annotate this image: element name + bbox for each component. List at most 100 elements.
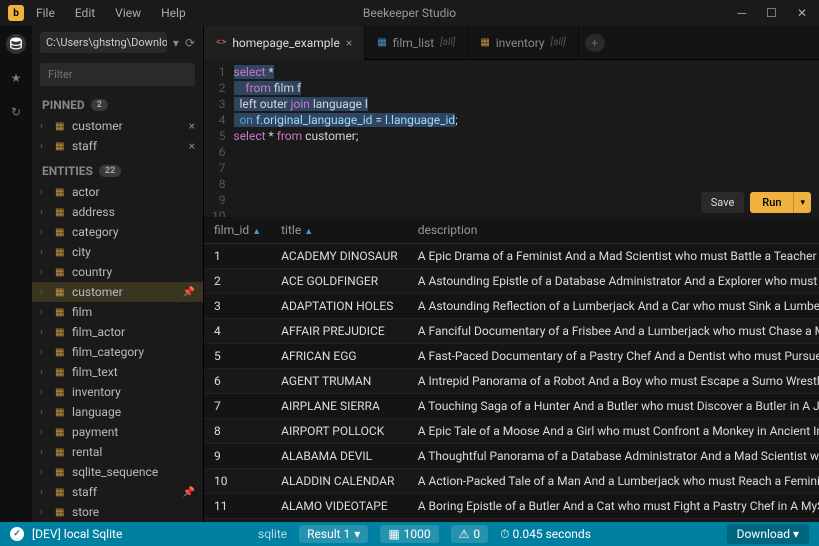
table-icon: ▦	[55, 367, 67, 378]
menu-view[interactable]: View	[107, 2, 149, 24]
entity-item[interactable]: ›▦film_category	[32, 342, 203, 362]
entity-item[interactable]: ›▦film	[32, 302, 203, 322]
entity-item[interactable]: ›▦film_actor	[32, 322, 203, 342]
entity-item[interactable]: ›▦customer📌	[32, 282, 203, 302]
save-button[interactable]: Save	[701, 192, 745, 213]
cell-title: AGENT TRUMAN	[271, 369, 408, 394]
entity-label: rental	[72, 445, 195, 459]
entity-item[interactable]: ›▦actor	[32, 182, 203, 202]
table-icon: ▦	[55, 121, 67, 132]
entity-item[interactable]: ›▦payment	[32, 422, 203, 442]
entity-label: city	[72, 245, 195, 259]
database-icon[interactable]	[6, 34, 26, 54]
tab[interactable]: <>homepage_example×	[204, 26, 365, 60]
entity-item[interactable]: ›▦language	[32, 402, 203, 422]
tab[interactable]: ▦film_list[all]	[365, 26, 468, 60]
table-row[interactable]: 3ADAPTATION HOLESA Astounding Reflection…	[204, 294, 819, 319]
table-row[interactable]: 1ACADEMY DINOSAURA Epic Drama of a Femin…	[204, 244, 819, 269]
tab-type-icon: ▦	[377, 37, 386, 48]
chevron-right-icon: ›	[40, 447, 50, 458]
entity-item[interactable]: ›▦address	[32, 202, 203, 222]
entity-item[interactable]: ›▦staff📌	[32, 482, 203, 502]
entity-label: customer	[72, 285, 178, 299]
table-icon: ▦	[55, 347, 67, 358]
table-icon: ▦	[55, 507, 67, 518]
entity-item[interactable]: ›▦film_text	[32, 362, 203, 382]
entity-label: country	[72, 265, 195, 279]
column-description[interactable]: description	[408, 217, 819, 244]
run-dropdown-button[interactable]: ▾	[793, 192, 811, 213]
pinned-item[interactable]: ›▦customer×	[32, 116, 203, 136]
unpin-icon[interactable]: ×	[189, 139, 195, 153]
pin-icon[interactable]: 📌	[183, 487, 195, 498]
result-selector[interactable]: Result 1 ▾	[299, 525, 368, 543]
table-row[interactable]: 6AGENT TRUMANA Intrepid Panorama of a Ro…	[204, 369, 819, 394]
connection-selector[interactable]: C:\Users\ghstng\Downloads	[40, 32, 167, 53]
table-row[interactable]: 2ACE GOLDFINGERA Astounding Epistle of a…	[204, 269, 819, 294]
entity-label: sqlite_sequence	[72, 465, 195, 479]
table-icon: ▦	[55, 247, 67, 258]
entity-item[interactable]: ›▦rental	[32, 442, 203, 462]
maximize-button[interactable]: ☐	[762, 4, 781, 22]
entity-item[interactable]: ›▦category	[32, 222, 203, 242]
cell-desc: A Boring Epistle of a Butler And a Cat w…	[408, 494, 819, 519]
pin-icon[interactable]: 📌	[183, 287, 195, 298]
cell-desc: A Astounding Epistle of a Database Admin…	[408, 269, 819, 294]
chevron-right-icon: ›	[40, 187, 50, 198]
window-title: Beekeeper Studio	[363, 6, 456, 20]
entity-item[interactable]: ›▦store	[32, 502, 203, 522]
table-row[interactable]: 10ALADDIN CALENDARA Action-Packed Tale o…	[204, 469, 819, 494]
results-table[interactable]: film_id▲ title▲ description 1ACADEMY DIN…	[204, 217, 819, 522]
menu-file[interactable]: File	[28, 2, 63, 24]
entity-item[interactable]: ›▦city	[32, 242, 203, 262]
menu-help[interactable]: Help	[153, 2, 194, 24]
pinned-item[interactable]: ›▦staff×	[32, 136, 203, 156]
table-row[interactable]: 8AIRPORT POLLOCKA Epic Tale of a Moose A…	[204, 419, 819, 444]
table-row[interactable]: 11ALAMO VIDEOTAPEA Boring Epistle of a B…	[204, 494, 819, 519]
entity-item[interactable]: ›▦sqlite_sequence	[32, 462, 203, 482]
cell-desc: A Touching Saga of a Hunter And a Butler…	[408, 394, 819, 419]
chevron-right-icon: ›	[40, 121, 50, 132]
tab-type-icon: ▦	[480, 37, 489, 48]
table-icon: ▦	[55, 407, 67, 418]
tab-suffix: [all]	[440, 37, 455, 48]
sidebar: C:\Users\ghstng\Downloads ▾ ⟳ PINNED2 ›▦…	[32, 26, 204, 522]
chevron-right-icon: ›	[40, 267, 50, 278]
table-row[interactable]: 5AFRICAN EGGA Fast-Paced Documentary of …	[204, 344, 819, 369]
refresh-icon[interactable]: ⟳	[185, 36, 195, 50]
sql-editor[interactable]: 12345678910 select * from film f left ou…	[204, 60, 819, 188]
cell-title: ALABAMA DEVIL	[271, 444, 408, 469]
tab-label: inventory	[496, 36, 545, 50]
table-icon: ▦	[55, 427, 67, 438]
entity-item[interactable]: ›▦inventory	[32, 382, 203, 402]
column-film-id[interactable]: film_id▲	[204, 217, 271, 244]
filter-input[interactable]	[40, 63, 195, 86]
table-row[interactable]: 9ALABAMA DEVILA Thoughtful Panorama of a…	[204, 444, 819, 469]
db-type: sqlite	[258, 527, 287, 541]
entity-label: payment	[72, 425, 195, 439]
menu-edit[interactable]: Edit	[67, 2, 103, 24]
tab-bar: <>homepage_example×▦film_list[all]▦inven…	[204, 26, 819, 60]
run-button[interactable]: Run	[750, 192, 793, 213]
table-row[interactable]: 7AIRPLANE SIERRAA Touching Saga of a Hun…	[204, 394, 819, 419]
entity-item[interactable]: ›▦country	[32, 262, 203, 282]
table-row[interactable]: 4AFFAIR PREJUDICEA Fanciful Documentary …	[204, 319, 819, 344]
history-icon[interactable]: ↻	[6, 102, 26, 122]
tab[interactable]: ▦ inventory [all]	[468, 26, 578, 60]
star-icon[interactable]: ★	[6, 68, 26, 88]
close-button[interactable]: ✕	[793, 4, 811, 22]
new-tab-button[interactable]: +	[585, 34, 605, 52]
cell-desc: A Action-Packed Tale of a Man And a Lumb…	[408, 469, 819, 494]
table-icon: ▦	[55, 387, 67, 398]
column-title[interactable]: title▲	[271, 217, 408, 244]
minimize-button[interactable]: ─	[734, 4, 751, 22]
cell-desc: A Astounding Reflection of a Lumberjack …	[408, 294, 819, 319]
tab-suffix: [all]	[551, 37, 566, 48]
chevron-down-icon[interactable]: ▾	[173, 36, 179, 50]
unpin-icon[interactable]: ×	[189, 119, 195, 133]
app-logo: b	[8, 5, 24, 21]
chevron-right-icon: ›	[40, 327, 50, 338]
close-icon[interactable]: ×	[346, 36, 352, 50]
chevron-right-icon: ›	[40, 347, 50, 358]
download-button[interactable]: Download ▾	[727, 524, 809, 544]
